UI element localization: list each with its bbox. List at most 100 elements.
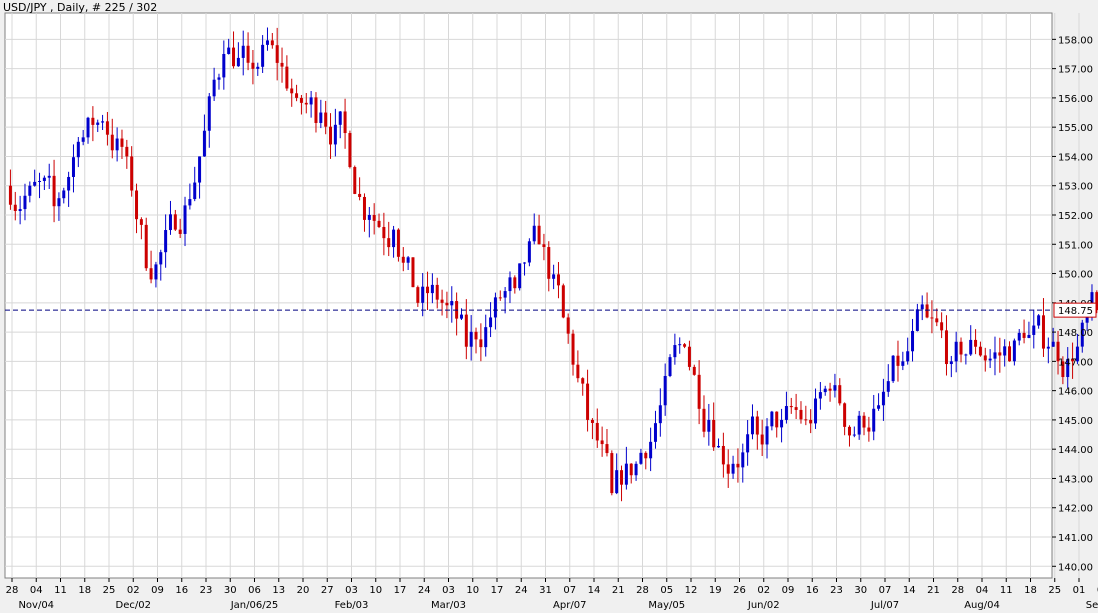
candle-body [348, 133, 352, 168]
candle-body [246, 45, 250, 63]
y-tick-label: 144.00 [1058, 445, 1093, 456]
candle-body [401, 256, 405, 263]
candle-body [610, 453, 614, 494]
candle-body [949, 361, 953, 365]
candle-body [566, 317, 570, 334]
candle-body [571, 333, 575, 365]
candle-body [930, 317, 934, 319]
candle-body [338, 111, 342, 125]
candle-body [474, 331, 478, 340]
candle-body [57, 198, 61, 207]
candle-body [712, 419, 716, 448]
candle-body [935, 318, 939, 323]
y-tick-label: 153.00 [1058, 182, 1093, 193]
candle-body [222, 53, 226, 78]
price-tag-label: 148.75 [1058, 306, 1093, 317]
candle-body [164, 230, 168, 253]
candle-body [624, 463, 628, 485]
x-tick-label: 26 [733, 585, 746, 596]
candlestick-chart: 140.00 141.00 142.00 143.00 144.00 145.00 146.… [3, 1, 1098, 611]
candle-body [901, 361, 905, 366]
x-month-label: Jul/07 [870, 600, 899, 611]
candle-body [881, 391, 885, 406]
x-month-label: Aug/04 [964, 600, 1000, 611]
candle-body [537, 225, 541, 245]
candle-body [1032, 325, 1036, 335]
candle-body [459, 314, 463, 319]
y-tick-label: 143.00 [1058, 474, 1093, 485]
candle-body [620, 470, 624, 485]
candle-body [42, 177, 46, 181]
candle-body [173, 214, 177, 230]
x-month-label: Jan/06/25 [230, 600, 279, 611]
candle-body [96, 122, 100, 125]
candle-body [1037, 315, 1041, 326]
candle-body [911, 330, 915, 352]
candle-body [52, 175, 56, 207]
candle-body [469, 331, 473, 347]
candle-body [809, 419, 813, 424]
candle-body [673, 345, 677, 358]
candle-body [595, 422, 599, 441]
candle-body [130, 156, 134, 191]
candle-body [969, 339, 973, 355]
chart-title: USD/JPY , Daily, # 225 / 302 [3, 1, 157, 14]
x-tick-label: 24 [515, 585, 528, 596]
candle-body [193, 182, 197, 200]
y-tick-label: 145.00 [1058, 416, 1093, 427]
candle-body [125, 146, 129, 157]
candle-body [62, 190, 66, 199]
x-month-label: May/05 [648, 600, 685, 611]
candle-body [983, 355, 987, 361]
candle-body [784, 406, 788, 420]
candle-body [38, 180, 42, 182]
candle-body [168, 214, 172, 231]
candle-body [649, 441, 653, 459]
x-tick-label: 04 [976, 585, 989, 596]
candle-body [629, 463, 633, 476]
candle-body [212, 79, 216, 97]
candle-body [217, 77, 221, 80]
candle-body [561, 285, 565, 318]
candle-body [440, 299, 444, 303]
candle-body [760, 434, 764, 445]
x-month-label: Nov/04 [18, 600, 54, 611]
candle-body [382, 226, 386, 239]
x-tick-label: 05 [660, 585, 673, 596]
candle-body [639, 452, 643, 464]
candle-body [731, 463, 735, 474]
candle-body [115, 138, 119, 151]
candle-body [18, 209, 22, 212]
candle-body [265, 40, 269, 45]
candle-body [280, 62, 284, 67]
x-tick-label: 02 [757, 585, 770, 596]
x-tick-label: 11 [1000, 585, 1013, 596]
candle-body [270, 40, 274, 46]
candle-body [586, 383, 590, 420]
y-tick-label: 146.00 [1058, 387, 1093, 398]
candle-body [843, 403, 847, 427]
candle-body [746, 434, 750, 453]
candle-body [377, 220, 381, 227]
candle-body [867, 427, 871, 432]
candle-body [925, 304, 929, 318]
x-tick-label: 10 [369, 585, 382, 596]
candle-body [71, 157, 75, 177]
candle-body [290, 88, 294, 94]
x-tick-label: 23 [200, 585, 213, 596]
candle-body [503, 291, 507, 298]
candle-body [886, 381, 890, 392]
x-tick-label: 28 [636, 585, 649, 596]
candle-body [940, 322, 944, 331]
x-tick-label: 04 [30, 585, 43, 596]
x-tick-label: 21 [612, 585, 625, 596]
candle-body [906, 351, 910, 362]
x-tick-label: 24 [418, 585, 431, 596]
y-tick-label: 148.00 [1058, 328, 1093, 339]
candle-body [857, 415, 861, 435]
candle-body [178, 229, 182, 234]
candle-body [770, 411, 774, 427]
candle-body [814, 398, 818, 424]
candle-body [818, 392, 822, 399]
candle-body [236, 57, 240, 67]
